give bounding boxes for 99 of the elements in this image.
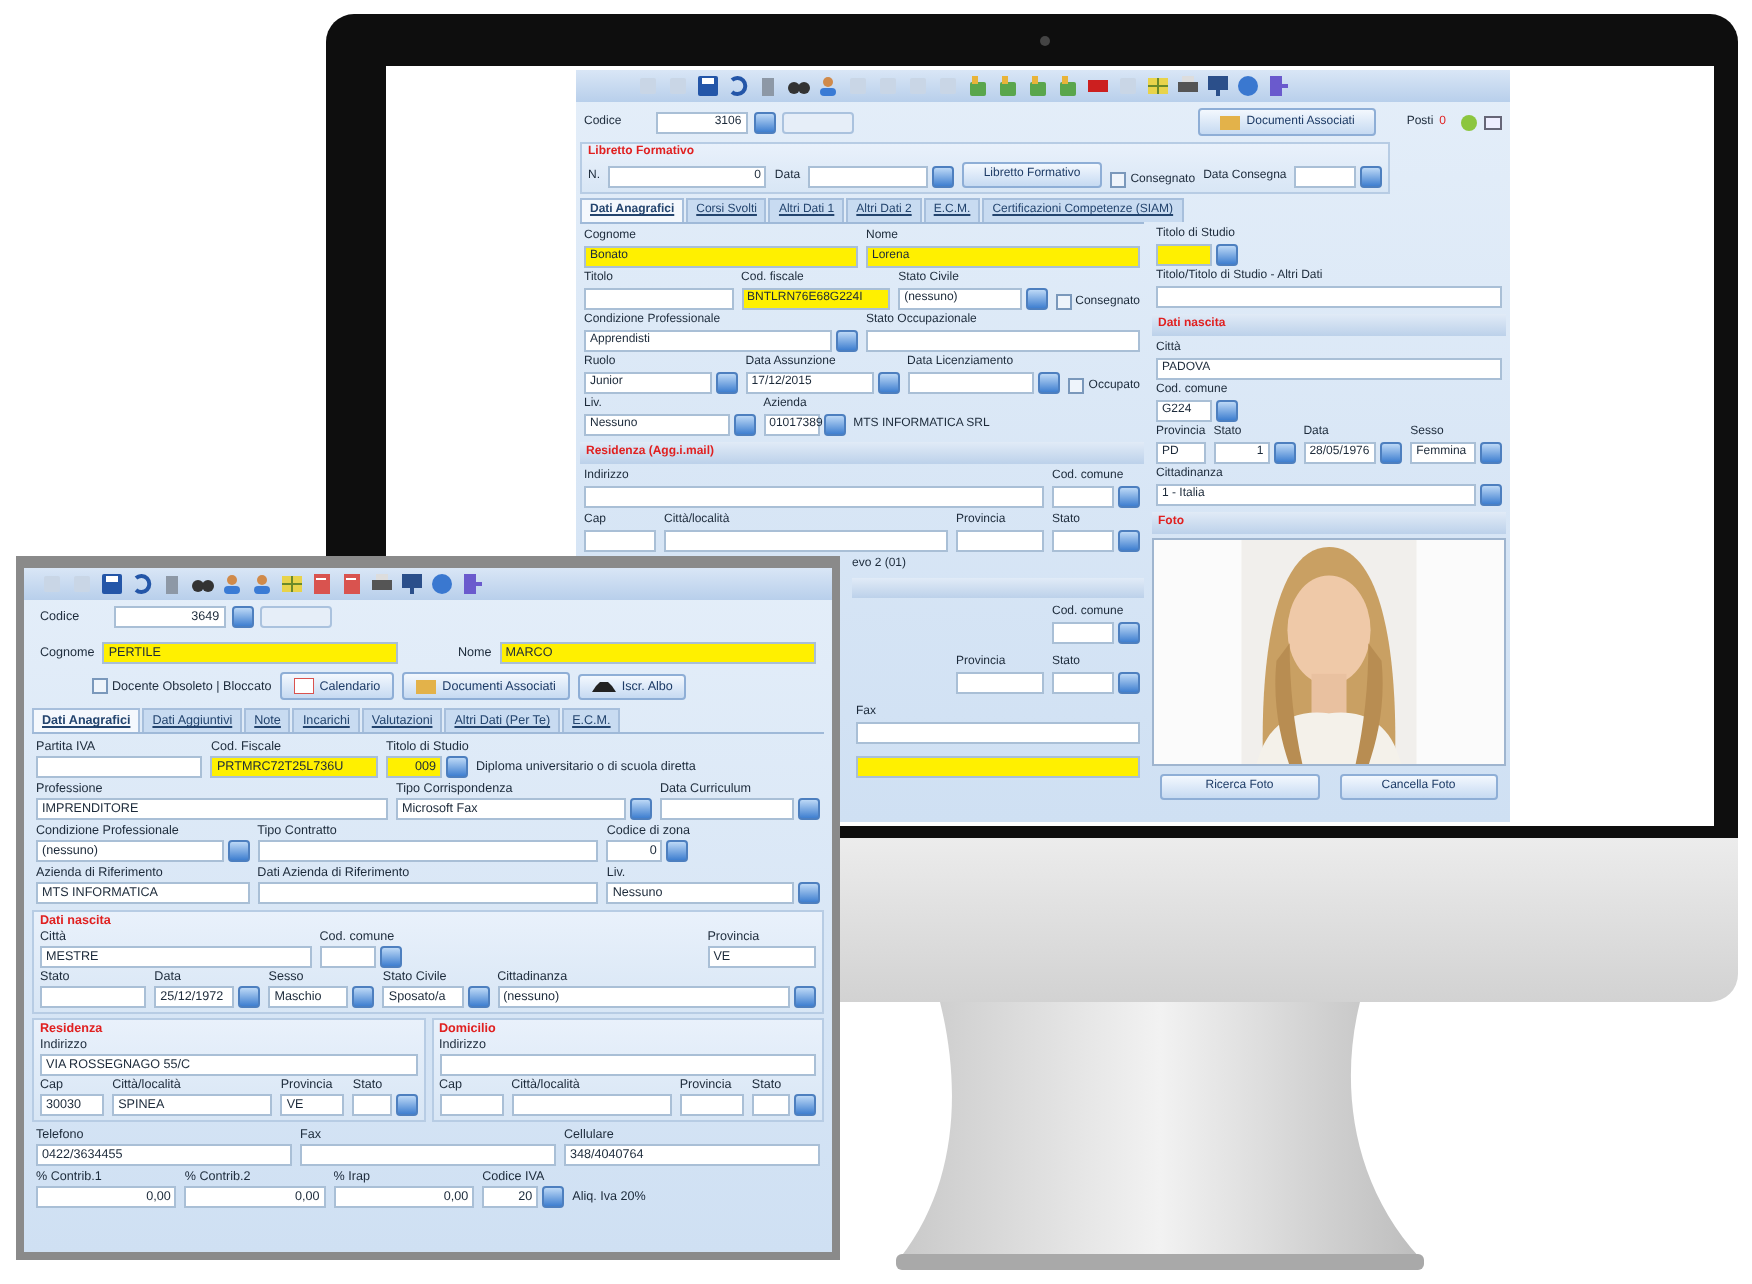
grid-icon[interactable] [280, 572, 304, 596]
dropdown-button[interactable] [733, 414, 756, 436]
input-field[interactable] [856, 722, 1140, 744]
input-field[interactable] [584, 530, 656, 552]
input-field[interactable] [257, 840, 599, 862]
lookup-button[interactable] [542, 1186, 565, 1208]
calendar-icon [293, 678, 314, 694]
dropdown-button[interactable] [1118, 530, 1140, 552]
lookup-button[interactable] [445, 756, 468, 778]
checkbox[interactable] [92, 678, 108, 694]
dropdown-button[interactable] [1480, 484, 1502, 506]
paint-pot-icon[interactable] [1026, 74, 1050, 98]
dropdown-button[interactable] [1118, 622, 1140, 644]
input-field[interactable] [679, 1094, 744, 1116]
lookup-button[interactable] [823, 414, 846, 436]
input-field[interactable] [664, 530, 948, 552]
input-field[interactable] [1156, 286, 1502, 308]
input-field[interactable] [439, 1094, 504, 1116]
input-field[interactable] [584, 288, 734, 310]
lookup-button[interactable] [1216, 400, 1238, 422]
grid-icon[interactable] [1146, 74, 1170, 98]
dropdown-button[interactable] [715, 372, 738, 394]
calendar-button[interactable] [1038, 372, 1061, 394]
save-icon[interactable] [696, 74, 720, 98]
checkbox[interactable] [1068, 378, 1085, 394]
dropdown-button[interactable] [836, 330, 858, 352]
paint-pot-icon[interactable] [966, 74, 990, 98]
input-field[interactable] [866, 330, 1140, 352]
save-icon[interactable] [100, 572, 124, 596]
input-field[interactable] [956, 672, 1044, 694]
input-field[interactable] [439, 1054, 816, 1076]
dropdown-field[interactable] [751, 1094, 791, 1116]
paint-pot-icon[interactable] [996, 74, 1020, 98]
dropdown-button[interactable] [395, 1094, 418, 1116]
window-icon[interactable] [1484, 113, 1502, 131]
dropdown-field[interactable] [1052, 672, 1114, 694]
dropdown-field[interactable] [1052, 486, 1114, 508]
input-field[interactable] [584, 486, 1044, 508]
dropdown-button[interactable] [227, 840, 250, 862]
dropdown-button[interactable] [1025, 288, 1048, 310]
paint-pot-icon[interactable] [1056, 74, 1080, 98]
input-field[interactable] [856, 756, 1140, 778]
lookup-button[interactable] [1273, 442, 1296, 464]
car-icon [591, 679, 616, 693]
lookup-button[interactable] [666, 840, 689, 862]
dropdown-button[interactable] [630, 798, 652, 820]
input-field[interactable] [36, 756, 203, 778]
input-field[interactable] [511, 1094, 672, 1116]
calendar-button[interactable] [798, 798, 820, 820]
status-icon[interactable] [1460, 113, 1478, 131]
calendar-button[interactable] [1380, 442, 1403, 464]
input-field[interactable] [319, 946, 376, 968]
dropdown-button[interactable] [793, 986, 816, 1008]
calendar-button[interactable] [877, 372, 900, 394]
date-field[interactable] [907, 372, 1035, 394]
undo-icon[interactable] [726, 74, 750, 98]
lookup-button[interactable] [753, 111, 776, 133]
undo-icon[interactable] [130, 572, 154, 596]
calendar-button[interactable] [931, 166, 954, 188]
lookup-button[interactable] [231, 606, 254, 628]
input-field[interactable] [300, 1144, 556, 1166]
checkbox[interactable] [1110, 172, 1127, 188]
document-icon[interactable] [340, 572, 364, 596]
exit-icon[interactable] [460, 572, 484, 596]
dropdown-button[interactable] [794, 1094, 817, 1116]
dropdown-button[interactable] [467, 986, 490, 1008]
monitor-icon[interactable] [1206, 74, 1230, 98]
dropdown-button[interactable] [1118, 672, 1140, 694]
dropdown-button[interactable] [1479, 442, 1502, 464]
input-field[interactable] [40, 986, 147, 1008]
help-icon[interactable] [430, 572, 454, 596]
folder-icon [416, 678, 437, 694]
input-field[interactable] [956, 530, 1044, 552]
lookup-button[interactable] [1216, 244, 1238, 266]
marker-icon[interactable] [1086, 74, 1110, 98]
input-field[interactable] [257, 882, 599, 904]
input-field[interactable] [1156, 244, 1212, 266]
calendar-button[interactable] [1359, 166, 1382, 188]
printer-icon[interactable] [1176, 74, 1200, 98]
printer-icon[interactable] [370, 572, 394, 596]
document-icon[interactable] [310, 572, 334, 596]
dropdown-button[interactable] [1118, 486, 1140, 508]
calendar-button[interactable] [238, 986, 261, 1008]
dropdown-field[interactable] [1052, 530, 1114, 552]
dropdown-field[interactable] [352, 1094, 392, 1116]
checkbox[interactable] [1055, 294, 1072, 310]
people-icon[interactable] [250, 572, 274, 596]
dropdown-button[interactable] [352, 986, 375, 1008]
monitor-icon[interactable] [400, 572, 424, 596]
exit-icon[interactable] [1266, 74, 1290, 98]
dropdown-button[interactable] [798, 882, 821, 904]
date-field[interactable] [660, 798, 794, 820]
dropdown-field[interactable] [1052, 622, 1114, 644]
folder-icon [1220, 114, 1241, 130]
date-field[interactable] [1294, 166, 1356, 188]
date-field[interactable] [808, 166, 928, 188]
webcam-icon [1040, 36, 1050, 46]
help-icon[interactable] [1236, 74, 1260, 98]
lookup-button[interactable] [379, 946, 402, 968]
